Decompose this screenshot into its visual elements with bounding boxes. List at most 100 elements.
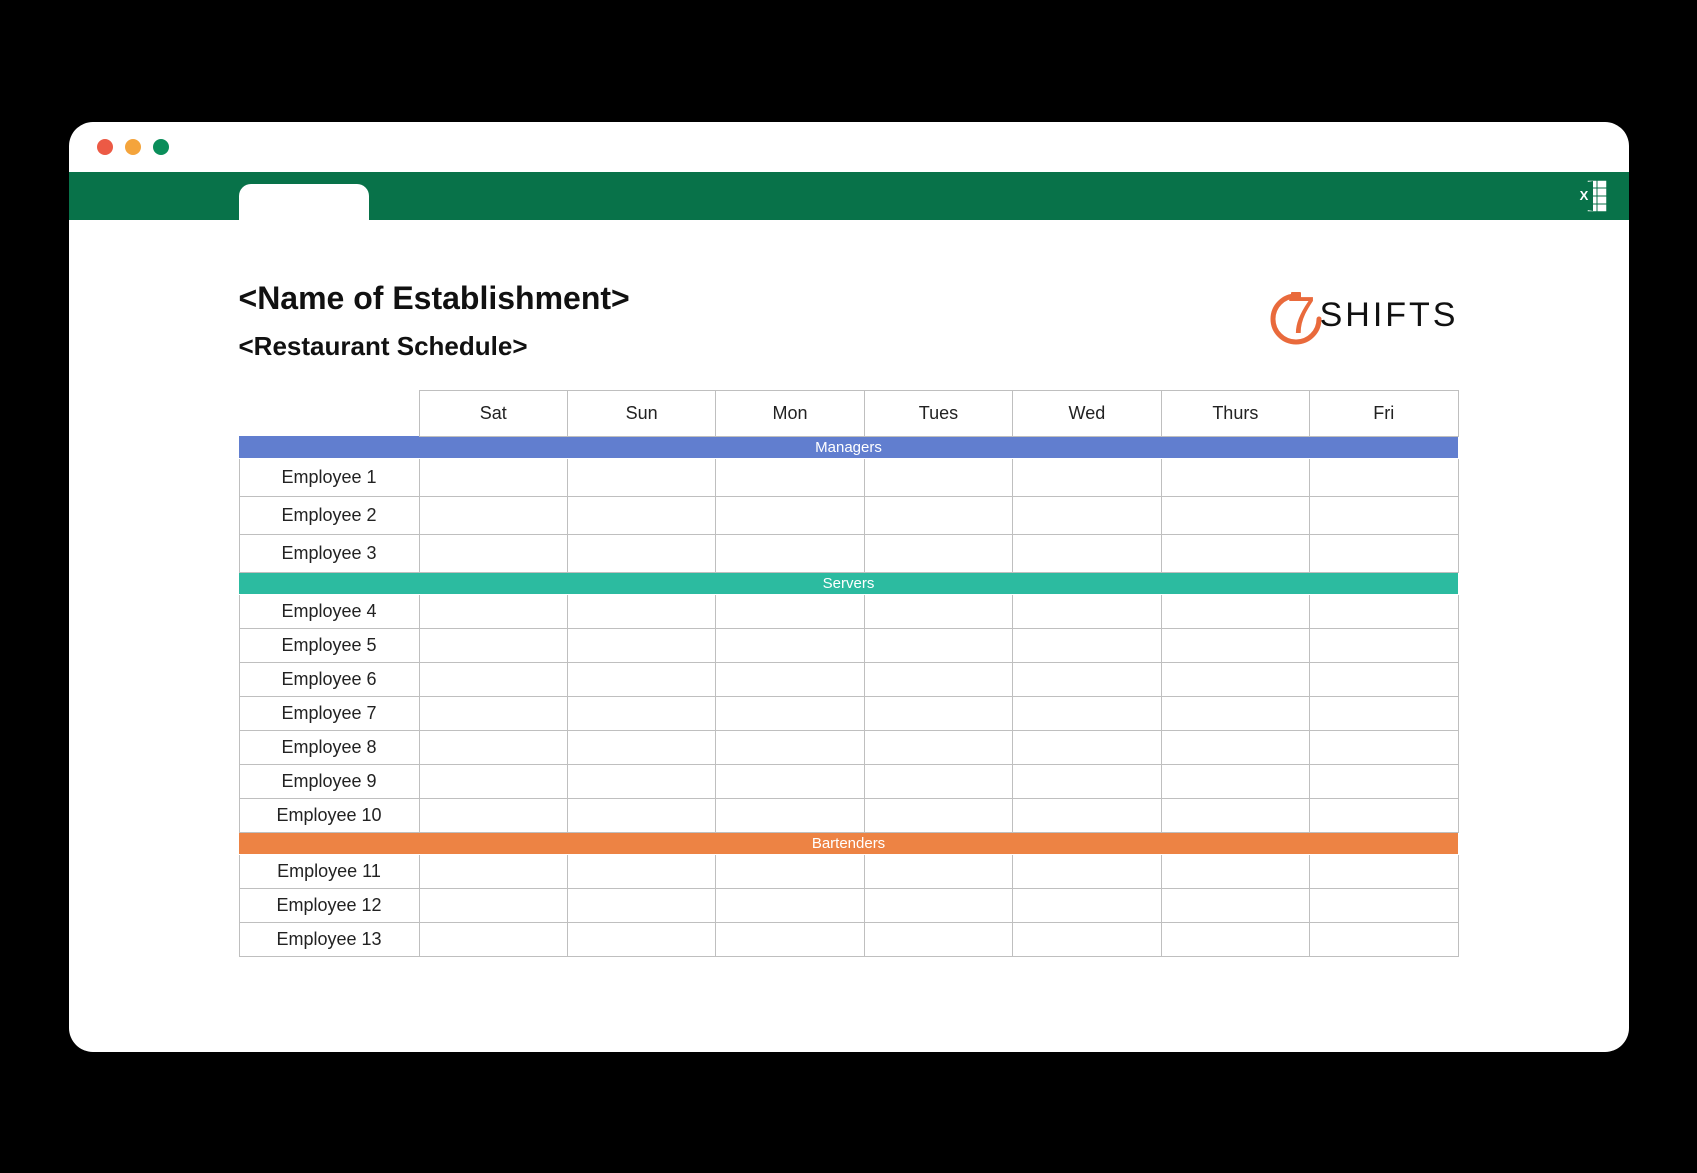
employee-name-cell[interactable]: Employee 9 bbox=[239, 764, 419, 798]
schedule-cell[interactable] bbox=[1013, 594, 1161, 628]
day-header[interactable]: Sat bbox=[419, 390, 567, 436]
schedule-cell[interactable] bbox=[864, 628, 1012, 662]
schedule-cell[interactable] bbox=[419, 922, 567, 956]
schedule-cell[interactable] bbox=[1013, 534, 1161, 572]
schedule-cell[interactable] bbox=[419, 730, 567, 764]
schedule-cell[interactable] bbox=[419, 764, 567, 798]
employee-name-cell[interactable]: Employee 7 bbox=[239, 696, 419, 730]
schedule-cell[interactable] bbox=[1161, 922, 1309, 956]
schedule-cell[interactable] bbox=[864, 854, 1012, 888]
schedule-cell[interactable] bbox=[1161, 662, 1309, 696]
schedule-cell[interactable] bbox=[716, 798, 864, 832]
schedule-cell[interactable] bbox=[567, 922, 715, 956]
schedule-cell[interactable] bbox=[864, 730, 1012, 764]
employee-name-cell[interactable]: Employee 11 bbox=[239, 854, 419, 888]
day-header[interactable]: Mon bbox=[716, 390, 864, 436]
schedule-cell[interactable] bbox=[716, 458, 864, 496]
schedule-cell[interactable] bbox=[1013, 764, 1161, 798]
schedule-cell[interactable] bbox=[567, 696, 715, 730]
schedule-cell[interactable] bbox=[864, 594, 1012, 628]
employee-name-cell[interactable]: Employee 2 bbox=[239, 496, 419, 534]
schedule-cell[interactable] bbox=[1310, 764, 1458, 798]
schedule-cell[interactable] bbox=[567, 854, 715, 888]
schedule-cell[interactable] bbox=[567, 798, 715, 832]
schedule-cell[interactable] bbox=[1013, 496, 1161, 534]
schedule-cell[interactable] bbox=[716, 534, 864, 572]
schedule-cell[interactable] bbox=[1310, 594, 1458, 628]
employee-name-cell[interactable]: Employee 8 bbox=[239, 730, 419, 764]
schedule-cell[interactable] bbox=[419, 628, 567, 662]
schedule-cell[interactable] bbox=[716, 628, 864, 662]
employee-name-cell[interactable]: Employee 4 bbox=[239, 594, 419, 628]
schedule-cell[interactable] bbox=[1013, 730, 1161, 764]
schedule-cell[interactable] bbox=[1310, 496, 1458, 534]
schedule-cell[interactable] bbox=[1310, 888, 1458, 922]
schedule-cell[interactable] bbox=[1161, 764, 1309, 798]
active-tab[interactable] bbox=[239, 184, 369, 220]
employee-name-cell[interactable]: Employee 12 bbox=[239, 888, 419, 922]
schedule-cell[interactable] bbox=[716, 764, 864, 798]
schedule-cell[interactable] bbox=[716, 696, 864, 730]
schedule-cell[interactable] bbox=[1161, 854, 1309, 888]
schedule-cell[interactable] bbox=[419, 458, 567, 496]
schedule-cell[interactable] bbox=[716, 594, 864, 628]
schedule-cell[interactable] bbox=[567, 496, 715, 534]
schedule-cell[interactable] bbox=[1161, 458, 1309, 496]
day-header[interactable]: Tues bbox=[864, 390, 1012, 436]
schedule-cell[interactable] bbox=[567, 534, 715, 572]
schedule-cell[interactable] bbox=[716, 922, 864, 956]
schedule-cell[interactable] bbox=[567, 628, 715, 662]
schedule-cell[interactable] bbox=[1310, 798, 1458, 832]
schedule-cell[interactable] bbox=[1013, 696, 1161, 730]
schedule-cell[interactable] bbox=[864, 764, 1012, 798]
schedule-cell[interactable] bbox=[1161, 888, 1309, 922]
schedule-cell[interactable] bbox=[1013, 662, 1161, 696]
schedule-cell[interactable] bbox=[864, 888, 1012, 922]
schedule-cell[interactable] bbox=[716, 496, 864, 534]
schedule-cell[interactable] bbox=[716, 888, 864, 922]
schedule-cell[interactable] bbox=[419, 496, 567, 534]
schedule-cell[interactable] bbox=[567, 458, 715, 496]
schedule-cell[interactable] bbox=[567, 594, 715, 628]
schedule-cell[interactable] bbox=[1310, 458, 1458, 496]
schedule-cell[interactable] bbox=[1013, 854, 1161, 888]
employee-name-cell[interactable]: Employee 13 bbox=[239, 922, 419, 956]
employee-name-cell[interactable]: Employee 10 bbox=[239, 798, 419, 832]
schedule-cell[interactable] bbox=[1013, 922, 1161, 956]
schedule-cell[interactable] bbox=[716, 854, 864, 888]
day-header[interactable]: Thurs bbox=[1161, 390, 1309, 436]
schedule-cell[interactable] bbox=[864, 662, 1012, 696]
schedule-cell[interactable] bbox=[419, 594, 567, 628]
schedule-cell[interactable] bbox=[1161, 798, 1309, 832]
schedule-cell[interactable] bbox=[1013, 888, 1161, 922]
schedule-cell[interactable] bbox=[419, 798, 567, 832]
schedule-cell[interactable] bbox=[864, 534, 1012, 572]
day-header[interactable]: Wed bbox=[1013, 390, 1161, 436]
schedule-cell[interactable] bbox=[1310, 696, 1458, 730]
schedule-cell[interactable] bbox=[567, 730, 715, 764]
schedule-cell[interactable] bbox=[1310, 730, 1458, 764]
schedule-cell[interactable] bbox=[1310, 662, 1458, 696]
schedule-cell[interactable] bbox=[1013, 628, 1161, 662]
day-header[interactable]: Sun bbox=[567, 390, 715, 436]
schedule-cell[interactable] bbox=[1310, 628, 1458, 662]
employee-name-cell[interactable]: Employee 5 bbox=[239, 628, 419, 662]
schedule-cell[interactable] bbox=[419, 888, 567, 922]
schedule-cell[interactable] bbox=[419, 534, 567, 572]
schedule-cell[interactable] bbox=[567, 764, 715, 798]
schedule-cell[interactable] bbox=[864, 458, 1012, 496]
schedule-cell[interactable] bbox=[1013, 458, 1161, 496]
close-icon[interactable] bbox=[97, 139, 113, 155]
schedule-cell[interactable] bbox=[1310, 854, 1458, 888]
schedule-cell[interactable] bbox=[1013, 798, 1161, 832]
schedule-cell[interactable] bbox=[1161, 696, 1309, 730]
schedule-cell[interactable] bbox=[419, 854, 567, 888]
schedule-cell[interactable] bbox=[567, 888, 715, 922]
maximize-icon[interactable] bbox=[153, 139, 169, 155]
schedule-cell[interactable] bbox=[1161, 534, 1309, 572]
schedule-cell[interactable] bbox=[1161, 628, 1309, 662]
schedule-cell[interactable] bbox=[1161, 496, 1309, 534]
schedule-cell[interactable] bbox=[1161, 594, 1309, 628]
minimize-icon[interactable] bbox=[125, 139, 141, 155]
schedule-cell[interactable] bbox=[567, 662, 715, 696]
